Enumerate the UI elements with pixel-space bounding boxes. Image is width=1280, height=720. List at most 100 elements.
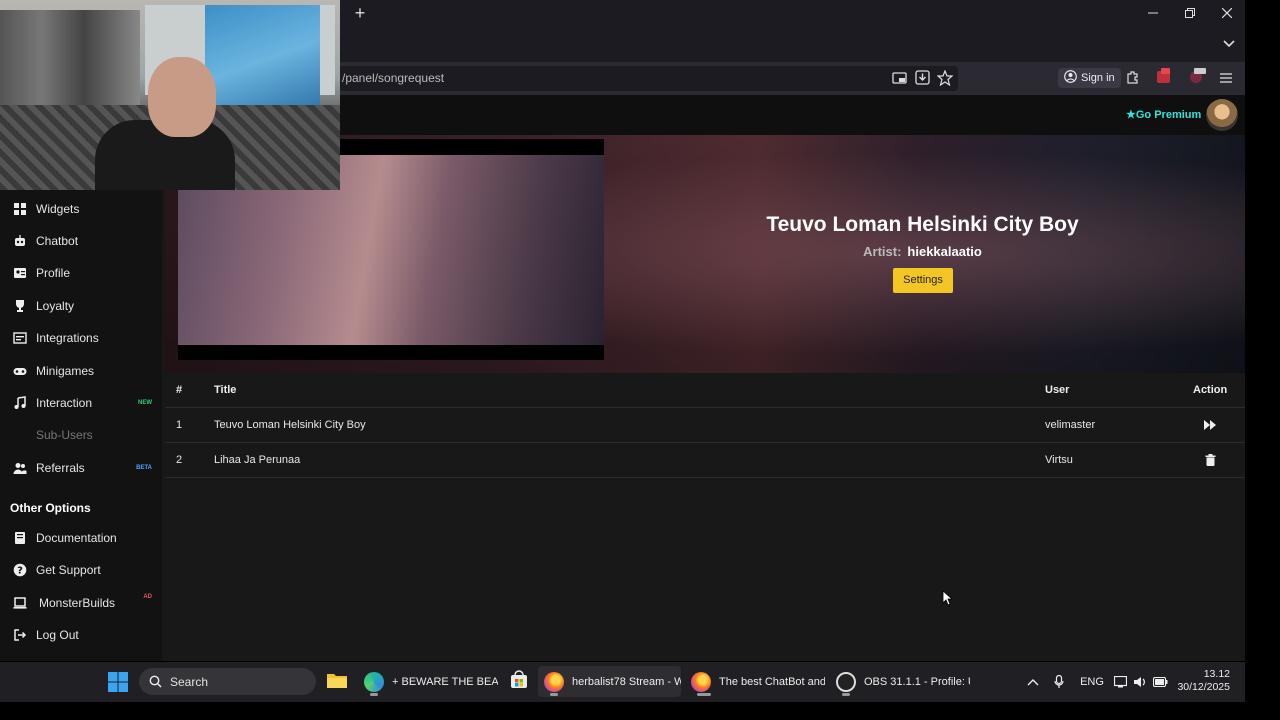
taskbar-clock[interactable]: 13.12 30/12/2025: [1166, 668, 1230, 694]
sidebar-item-sub-users: Sub-Users: [0, 420, 162, 450]
taskbar-app-file-explorer[interactable]: [322, 666, 352, 697]
firefox-icon: [691, 671, 711, 692]
extensions-icon[interactable]: [1125, 70, 1141, 86]
column-header-action: Action: [1193, 384, 1228, 396]
sidebar-item-get-support[interactable]: ? Get Support: [0, 555, 162, 585]
sidebar-item-label: Integrations: [36, 331, 99, 345]
sidebar-item-label: Loyalty: [36, 299, 75, 313]
taskbar-app-label: + BEWARE THE BEAST - I: [392, 675, 498, 688]
user-avatar[interactable]: [1206, 99, 1238, 131]
list-all-tabs-icon[interactable]: [1220, 36, 1238, 52]
volume-icon[interactable]: [1130, 676, 1150, 688]
skip-forward-icon[interactable]: [1195, 408, 1225, 443]
obs-icon: [836, 671, 856, 692]
sidebar-item-monsterbuilds[interactable]: MonsterBuilds AD: [0, 588, 162, 618]
taskbar-app-label: The best ChatBot and W: [719, 675, 825, 688]
settings-button[interactable]: Settings: [893, 268, 953, 293]
integrations-icon: [13, 331, 27, 345]
now-playing-title: Teuvo Loman Helsinki City Boy: [766, 213, 1079, 236]
firefox-icon: [544, 671, 564, 692]
url-text[interactable]: /panel/songrequest: [342, 71, 444, 85]
sidebar-item-label: Sub-Users: [36, 428, 93, 442]
search-label: Search: [170, 674, 209, 689]
row-number: 1: [176, 419, 183, 431]
sidebar-item-label: Interaction: [36, 396, 93, 410]
other-options-heading: Other Options: [10, 501, 91, 515]
chevron-up-icon[interactable]: [1022, 678, 1044, 686]
sidebar-item-referrals[interactable]: Referrals BETA: [0, 453, 162, 483]
sidebar-item-label: Widgets: [36, 202, 80, 216]
table-row: 2 Lihaa Ja Perunaa Virtsu: [165, 443, 1245, 478]
clock-date: 30/12/2025: [1177, 681, 1230, 693]
new-tab-button[interactable]: +: [350, 3, 370, 23]
table-row: 1 Teuvo Loman Helsinki City Boy velimast…: [165, 408, 1245, 443]
logout-icon: [13, 628, 27, 642]
column-header-user: User: [1045, 384, 1070, 396]
extension-red-icon[interactable]: [1156, 68, 1172, 84]
clock-time: 13.12: [1203, 668, 1230, 680]
menu-hamburger-icon[interactable]: [1219, 71, 1235, 87]
sidebar-item-profile[interactable]: Profile: [0, 258, 162, 288]
sidebar-item-interaction[interactable]: Interaction NEW: [0, 388, 162, 418]
sidebar-item-log-out[interactable]: Log Out: [0, 620, 162, 650]
restore-icon[interactable]: [1171, 0, 1209, 26]
beta-badge: BETA: [136, 465, 152, 471]
sidebar-item-label: Documentation: [36, 531, 117, 545]
robot-icon: [13, 234, 27, 248]
sidebar-item-loyalty[interactable]: Loyalty: [0, 291, 162, 321]
column-header-num: #: [176, 384, 183, 396]
bookmark-star-icon[interactable]: [936, 69, 954, 87]
windows-start-icon[interactable]: [106, 670, 130, 694]
now-playing-artist: Artist: hiekkalaatio: [700, 244, 1145, 259]
sidebar-item-label: Chatbot: [36, 234, 79, 248]
picture-in-picture-icon[interactable]: [892, 71, 908, 87]
mouse-cursor-icon: [942, 590, 954, 606]
trash-icon[interactable]: [1195, 443, 1225, 478]
sidebar-item-widgets[interactable]: Widgets: [0, 194, 162, 224]
store-icon: [509, 670, 529, 693]
star-icon: ★: [1126, 109, 1136, 121]
column-header-title: Title: [214, 384, 237, 396]
taskbar-app-label: herbalist78 Stream - Wa: [572, 675, 681, 688]
network-icon[interactable]: [1110, 675, 1130, 688]
sign-in-button[interactable]: Sign in: [1058, 68, 1121, 88]
taskbar-app-edge[interactable]: + BEWARE THE BEAST - I: [358, 666, 498, 697]
users-icon: [13, 461, 27, 475]
sidebar-item-label: Log Out: [36, 628, 79, 642]
sidebar-item-minigames[interactable]: Minigames: [0, 356, 162, 386]
book-icon: [13, 531, 27, 545]
taskbar-app-firefox-2[interactable]: The best ChatBot and W: [685, 666, 825, 697]
taskbar-app-store[interactable]: [505, 666, 533, 697]
sidebar-item-label: Get Support: [36, 563, 101, 577]
minimize-icon[interactable]: [1134, 0, 1172, 26]
gamepad-icon: [13, 364, 27, 378]
extension-badge-icon[interactable]: [1188, 68, 1206, 84]
row-title: Teuvo Loman Helsinki City Boy: [214, 419, 366, 431]
webcam-overlay: [0, 0, 340, 190]
download-icon[interactable]: [915, 70, 931, 86]
widgets-icon: [13, 202, 27, 216]
sidebar-item-integrations[interactable]: Integrations: [0, 323, 162, 353]
window-controls: [1134, 0, 1245, 26]
row-title: Lihaa Ja Perunaa: [214, 454, 301, 466]
row-user: velimaster: [1045, 419, 1096, 431]
sidebar-item-label: Referrals: [36, 461, 85, 475]
go-premium-link[interactable]: ★Go Premium: [1126, 108, 1201, 121]
id-card-icon: [13, 266, 27, 280]
taskbar-search[interactable]: Search: [139, 668, 316, 695]
search-icon: [149, 675, 162, 688]
close-window-icon[interactable]: [1208, 0, 1246, 26]
file-explorer-icon: [326, 670, 348, 693]
artist-name: hiekkalaatio: [907, 244, 982, 259]
sidebar-item-documentation[interactable]: Documentation: [0, 523, 162, 553]
taskbar-app-firefox-1[interactable]: herbalist78 Stream - Wa: [538, 666, 681, 697]
microphone-icon[interactable]: [1044, 674, 1074, 689]
svg-text:?: ?: [17, 566, 23, 577]
taskbar-app-obs[interactable]: OBS 31.1.1 - Profile: Unti: [830, 666, 970, 697]
language-indicator[interactable]: ENG: [1074, 676, 1110, 688]
sidebar-item-chatbot[interactable]: Chatbot: [0, 226, 162, 256]
ad-badge: AD: [143, 594, 152, 600]
table-header: # Title User Action: [165, 373, 1245, 408]
help-icon: ?: [13, 563, 27, 577]
music-note-icon: [13, 396, 27, 410]
